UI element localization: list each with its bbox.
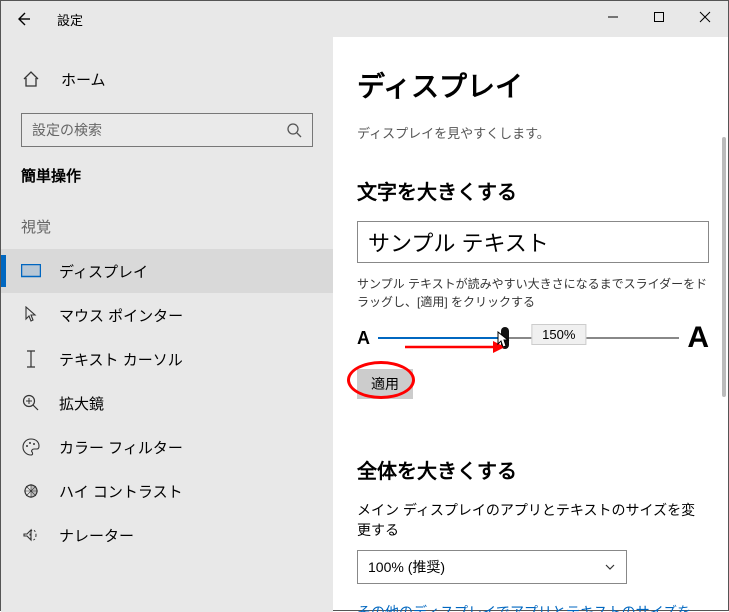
sidebar-item-high-contrast[interactable]: ハイ コントラスト — [1, 469, 333, 513]
slider-thumb[interactable] — [501, 327, 509, 349]
text-size-slider-row: A 150% A — [357, 321, 709, 355]
sidebar-item-display[interactable]: ディスプレイ — [1, 249, 333, 293]
arrow-left-icon — [15, 11, 31, 27]
sidebar-item-label: ナレーター — [59, 525, 134, 546]
search-placeholder: 設定の検索 — [32, 120, 102, 140]
slider-min-label: A — [357, 328, 370, 349]
sidebar-group-title: 簡単操作 — [1, 165, 333, 186]
dropdown-value: 100% (推奨) — [368, 557, 445, 577]
sample-text: サンプル テキスト — [368, 226, 549, 258]
palette-icon — [21, 438, 41, 456]
maximize-button[interactable] — [636, 1, 682, 33]
chevron-down-icon — [604, 561, 616, 573]
apply-button[interactable]: 適用 — [357, 369, 413, 399]
close-button[interactable] — [682, 1, 728, 33]
contrast-icon — [21, 482, 41, 500]
pointer-icon — [21, 306, 41, 324]
text-cursor-icon — [21, 350, 41, 368]
section-scale-heading: 全体を大きくする — [357, 455, 704, 484]
slider-value-tooltip: 150% — [531, 324, 586, 345]
section-text-size-heading: 文字を大きくする — [357, 176, 704, 205]
narrator-icon — [21, 526, 41, 544]
scale-dropdown[interactable]: 100% (推奨) — [357, 550, 627, 584]
sidebar-group-sub: 視覚 — [1, 216, 333, 237]
sidebar-item-magnifier[interactable]: 拡大鏡 — [1, 381, 333, 425]
content-pane: ディスプレイ ディスプレイを見やすくします。 文字を大きくする サンプル テキス… — [333, 37, 728, 612]
scrollbar-thumb[interactable] — [722, 137, 726, 397]
back-button[interactable] — [1, 1, 45, 37]
display-icon — [21, 264, 41, 278]
search-input[interactable]: 設定の検索 — [21, 113, 313, 147]
page-description: ディスプレイを見やすくします。 — [357, 123, 704, 142]
sidebar-item-label: マウス ポインター — [59, 305, 183, 326]
sidebar-item-color-filter[interactable]: カラー フィルター — [1, 425, 333, 469]
text-size-slider[interactable]: 150% — [378, 328, 679, 348]
sidebar-item-label: ハイ コントラスト — [59, 481, 183, 502]
sidebar-item-label: ディスプレイ — [59, 261, 148, 282]
home-nav[interactable]: ホーム — [1, 61, 333, 97]
minimize-button[interactable] — [590, 1, 636, 33]
search-icon — [286, 122, 302, 138]
home-label: ホーム — [61, 69, 106, 90]
minimize-icon — [607, 11, 619, 23]
sidebar-item-label: カラー フィルター — [59, 437, 183, 458]
titlebar: 設定 — [1, 1, 728, 37]
slider-max-label: A — [687, 321, 709, 355]
window-title: 設定 — [57, 10, 83, 29]
magnifier-icon — [21, 394, 41, 412]
close-icon — [699, 11, 711, 23]
sidebar-item-narrator[interactable]: ナレーター — [1, 513, 333, 557]
sidebar-item-label: テキスト カーソル — [59, 349, 183, 370]
maximize-icon — [653, 11, 665, 23]
sidebar-item-text-cursor[interactable]: テキスト カーソル — [1, 337, 333, 381]
page-title: ディスプレイ — [357, 65, 704, 105]
sidebar-item-label: 拡大鏡 — [59, 393, 104, 414]
sidebar: ホーム 設定の検索 簡単操作 視覚 ディスプレイ マウス ポインター — [1, 37, 333, 612]
slider-help-text: サンプル テキストが読みやすい大きさになるまでスライダーをドラッグし、[適用] … — [357, 275, 709, 311]
sample-text-box: サンプル テキスト — [357, 221, 709, 263]
home-icon — [21, 70, 41, 88]
sidebar-item-mouse-pointer[interactable]: マウス ポインター — [1, 293, 333, 337]
scale-sub-label: メイン ディスプレイのアプリとテキストのサイズを変更する — [357, 500, 704, 540]
